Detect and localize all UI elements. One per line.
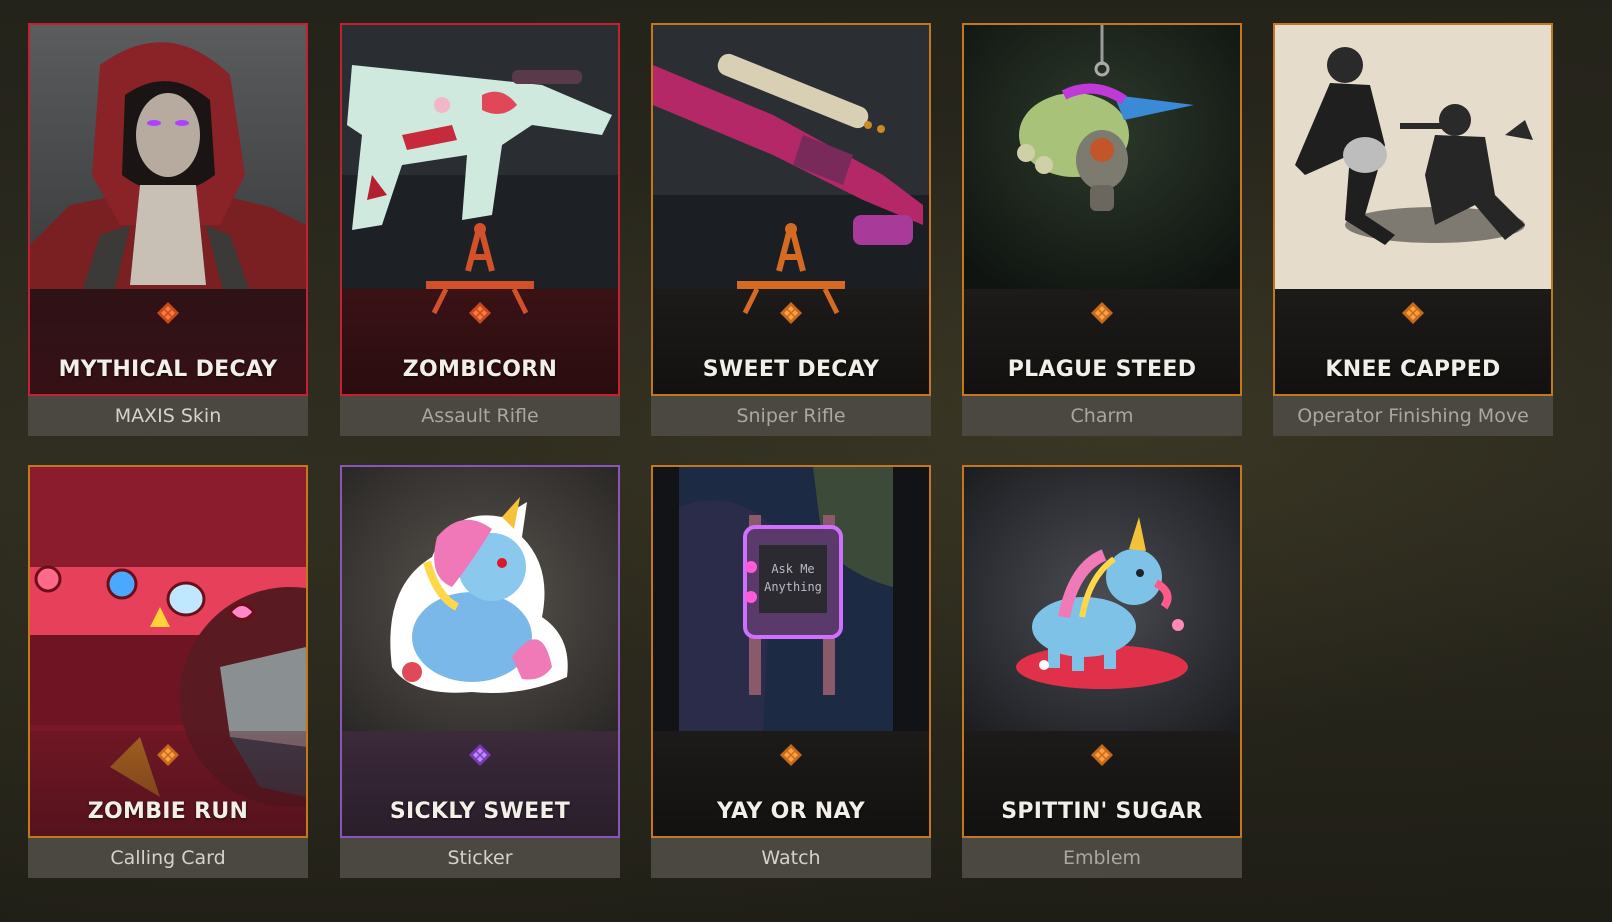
unicorn-emblem-image [964, 467, 1240, 731]
item-type-label: Charm [962, 396, 1242, 436]
item-card-frame: ZOMBICORN [340, 23, 620, 396]
bundle-contents-screen: MYTHICAL DECAY MAXIS Skin ZOMBICORN Assa… [0, 0, 1612, 922]
item-name: PLAGUE STEED [1007, 357, 1197, 382]
item-card-knee-capped[interactable]: KNEE CAPPED Operator Finishing Move [1273, 23, 1553, 436]
item-info-band: ZOMBIE RUN [30, 731, 306, 836]
item-name: SICKLY SWEET [389, 799, 571, 824]
item-card-frame: SPITTIN' SUGAR [962, 465, 1242, 838]
orange-diamond-rarity-icon [1091, 302, 1113, 324]
item-card-sweet-decay[interactable]: SWEET DECAY Sniper Rifle [651, 23, 931, 436]
item-type-label: MAXIS Skin [28, 396, 308, 436]
item-card-frame: KNEE CAPPED [1273, 23, 1553, 396]
item-card-yay-or-nay[interactable]: Ask Me Anything YAY OR NAY Watch [651, 465, 931, 878]
item-name: ZOMBIE RUN [87, 799, 249, 824]
sniper-rifle-blueprint-image [653, 25, 929, 289]
item-name: YAY OR NAY [717, 799, 865, 824]
item-info-band: MYTHICAL DECAY [30, 289, 306, 394]
watch-screen-line2: Anything [764, 580, 822, 594]
orange-diamond-rarity-icon [1091, 744, 1113, 766]
orange-diamond-rarity-icon [780, 744, 802, 766]
item-card-frame: MYTHICAL DECAY [28, 23, 308, 396]
item-card-frame: PLAGUE STEED [962, 23, 1242, 396]
item-card-frame: Ask Me Anything YAY OR NAY [651, 465, 931, 838]
item-card-spittin-sugar[interactable]: SPITTIN' SUGAR Emblem [962, 465, 1242, 878]
item-type-label: Calling Card [28, 838, 308, 878]
item-card-plague-steed[interactable]: PLAGUE STEED Charm [962, 23, 1242, 436]
item-grid: MYTHICAL DECAY MAXIS Skin ZOMBICORN Assa… [0, 0, 1612, 922]
item-card-frame: SICKLY SWEET [340, 465, 620, 838]
assault-rifle-blueprint-image [342, 25, 618, 289]
purple-diamond-rarity-icon [469, 744, 491, 766]
item-card-sickly-sweet[interactable]: SICKLY SWEET Sticker [340, 465, 620, 878]
watch-on-wrist-image: Ask Me Anything [653, 467, 929, 731]
item-name: ZOMBICORN [402, 357, 558, 382]
item-type-label: Emblem [962, 838, 1242, 878]
watch-screen-line1: Ask Me [771, 562, 814, 576]
orange-diamond-rarity-icon [469, 302, 491, 324]
item-type-label: Assault Rifle [340, 396, 620, 436]
item-name: KNEE CAPPED [1325, 357, 1501, 382]
orange-diamond-rarity-icon [780, 302, 802, 324]
item-type-label: Sniper Rifle [651, 396, 931, 436]
item-info-band: ZOMBICORN [342, 281, 618, 394]
item-info-band: KNEE CAPPED [1275, 289, 1551, 394]
item-info-band: SPITTIN' SUGAR [964, 731, 1240, 836]
item-name: SPITTIN' SUGAR [1001, 799, 1203, 824]
item-info-band: YAY OR NAY [653, 731, 929, 836]
item-type-label: Sticker [340, 838, 620, 878]
item-info-band: PLAGUE STEED [964, 289, 1240, 394]
item-card-zombie-run[interactable]: ZOMBIE RUN Calling Card [28, 465, 308, 878]
item-card-frame: ZOMBIE RUN [28, 465, 308, 838]
zombie-unicorn-sticker-image [342, 467, 618, 731]
finishing-move-illustration-image [1275, 25, 1551, 289]
orange-diamond-rarity-icon [157, 302, 179, 324]
item-card-mythical-decay[interactable]: MYTHICAL DECAY MAXIS Skin [28, 23, 308, 436]
item-name: SWEET DECAY [702, 357, 880, 382]
item-card-frame: SWEET DECAY [651, 23, 931, 396]
orange-diamond-rarity-icon [157, 744, 179, 766]
red-hooded-operator-image [30, 25, 306, 289]
item-name: MYTHICAL DECAY [58, 357, 278, 382]
item-info-band: SICKLY SWEET [342, 731, 618, 836]
item-type-label: Operator Finishing Move [1273, 396, 1553, 436]
item-card-zombicorn[interactable]: ZOMBICORN Assault Rifle [340, 23, 620, 436]
item-info-band: SWEET DECAY [653, 281, 929, 394]
item-type-label: Watch [651, 838, 931, 878]
unicorn-gasmask-charm-image [964, 25, 1240, 289]
orange-diamond-rarity-icon [1402, 302, 1424, 324]
